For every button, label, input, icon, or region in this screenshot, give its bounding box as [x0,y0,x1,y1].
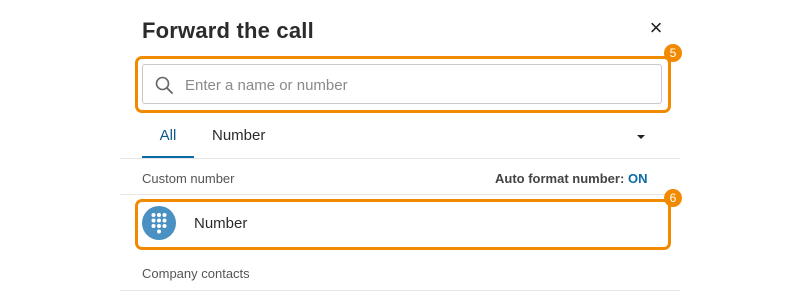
auto-format-toggle[interactable]: ON [628,171,648,186]
annotation-highlight-number-row [135,199,671,250]
section-label-custom-number: Custom number [142,171,235,186]
filter-tabs: All Number [142,118,662,158]
dialog-title: Forward the call [142,18,314,43]
section-divider [120,194,680,195]
caret-down-icon[interactable] [632,128,650,146]
tabs-divider [120,158,680,159]
tab-all[interactable]: All [142,118,194,158]
auto-format-label: Auto format number: [495,171,625,186]
section-label-company-contacts: Company contacts [142,266,250,281]
company-contacts-divider [120,290,680,291]
annotation-badge-5: 5 [664,44,682,62]
annotation-highlight-search [135,56,671,113]
annotation-badge-6: 6 [664,189,682,207]
close-icon[interactable]: × [645,17,667,39]
tab-number[interactable]: Number [212,118,265,158]
